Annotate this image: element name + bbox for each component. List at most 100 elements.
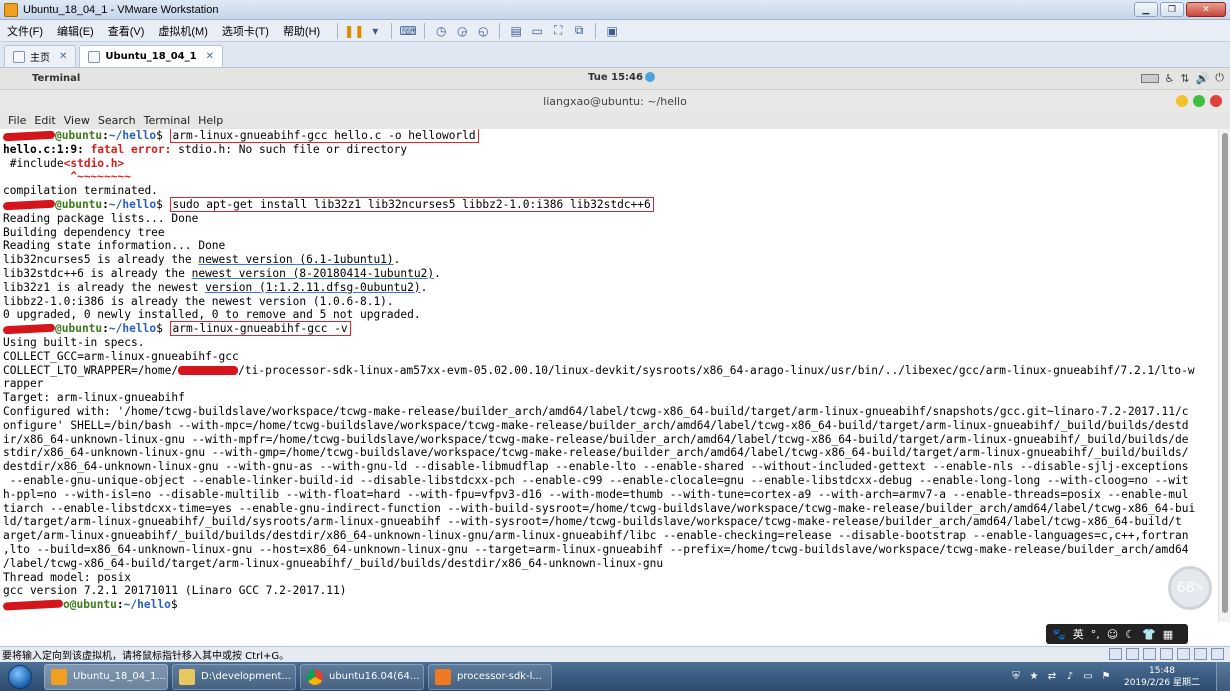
prompt-host: o (63, 598, 70, 612)
monitor-icon[interactable]: ▭ (1082, 671, 1094, 683)
send-keys-icon[interactable]: ⌨ (399, 22, 417, 40)
display-icon[interactable] (1211, 648, 1224, 660)
tab-ubuntu[interactable]: Ubuntu_18_04_1 ✕ (79, 45, 223, 67)
shield-icon[interactable]: ⛨ (1010, 671, 1022, 683)
battery-icon (1140, 73, 1159, 83)
taskbar-item-explorer[interactable]: D:\development... (172, 663, 296, 690)
zoom-indicator[interactable]: 68% (1168, 566, 1212, 610)
toolbar-separator (424, 22, 426, 39)
output-line: #include<stdio.h> (0, 157, 1218, 171)
close-button[interactable]: ✕ (1186, 2, 1226, 17)
ime-toolbar[interactable]: 🐾 英 °, ☺ ☾ 👕 ▦ (1046, 624, 1188, 644)
terminal-title: liangxao@ubuntu: ~/hello (543, 94, 687, 108)
menu-help[interactable]: 帮助(H) (276, 23, 327, 39)
output-line: compilation terminated. (3, 184, 158, 198)
taskbar-label: processor-sdk-l... (457, 671, 542, 682)
moon-icon[interactable]: ☾ (1125, 628, 1135, 641)
revert-snapshot-icon[interactable]: ◶ (453, 22, 471, 40)
menu-tabs[interactable]: 选项卡(T) (215, 23, 276, 39)
start-button[interactable] (0, 662, 40, 691)
system-tray[interactable]: ♿ ⇅ 🔊 ⏻ (1140, 71, 1224, 85)
minimize-button[interactable]: ▁ (1134, 2, 1158, 17)
sound-icon[interactable] (1177, 648, 1190, 660)
taskbar-item-vmware[interactable]: Ubuntu_18_04_1... (44, 663, 168, 690)
volume-icon[interactable]: ♪ (1064, 671, 1076, 683)
output-line: libbz2-1.0:i386 is already the newest ve… (3, 294, 394, 308)
prompt-line: o@ubuntu:~/hello$ (0, 598, 1218, 612)
taskbar-item-pdf[interactable]: processor-sdk-l... (428, 663, 552, 690)
window-title: Ubuntu_18_04_1 - VMware Workstation (23, 3, 219, 16)
punctuation-icon[interactable]: °, (1091, 628, 1100, 641)
prompt-path: ~/hello (123, 598, 171, 612)
fullscreen-icon[interactable]: ⛶ (549, 22, 567, 40)
menu-help[interactable]: Help (194, 114, 227, 127)
prompt-path: ~/hello (108, 129, 157, 142)
cdrom-icon[interactable] (1126, 648, 1139, 660)
clock-text: Tue 15:46 (588, 72, 643, 83)
taskbar-item-chrome[interactable]: ubuntu16.04(64... (300, 663, 424, 690)
output-text: /ti-processor-sdk-linux-am57xx-evm-05.02… (238, 363, 1195, 377)
output-line: Target: arm-linux-gnueabihf (3, 391, 185, 405)
taskbar-clock[interactable]: 15:48 2019/2/26 星期二 (1124, 665, 1200, 689)
zoom-value: 68 (1176, 580, 1195, 596)
thumbnail-icon[interactable]: ▭ (528, 22, 546, 40)
output-line: tiarch --enable-libstdcxx-time=yes --ena… (3, 501, 1196, 515)
show-desktop-button[interactable] (1216, 662, 1230, 691)
panel-clock[interactable]: Tue 15:46 (588, 72, 655, 83)
clock-time: 15:48 (1149, 665, 1175, 676)
vmware-statusbar: 要将输入定向到该虚拟机，请将鼠标指针移入其中或按 Ctrl+G。 (0, 646, 1230, 662)
menu-edit[interactable]: Edit (30, 114, 59, 127)
minimize-button[interactable] (1176, 95, 1188, 107)
output-line: destdir/x86_64-unknown-linux-gnu --with-… (3, 460, 1189, 474)
usb-icon[interactable] (1160, 648, 1173, 660)
network-icon[interactable]: ⇄ (1046, 671, 1058, 683)
scrollbar-thumb[interactable] (1222, 133, 1228, 613)
output-line: ld/target/arm-linux-gnueabihf/_build/sys… (3, 515, 1182, 529)
hdd-icon[interactable] (1109, 648, 1122, 660)
library-icon[interactable]: ▤ (507, 22, 525, 40)
printer-icon[interactable] (1194, 648, 1207, 660)
console-view-icon[interactable]: ▣ (603, 22, 621, 40)
menu-search[interactable]: Search (94, 114, 140, 127)
output-line: ir/x86_64-unknown-linux-gnu --with-mpfr=… (3, 432, 1189, 446)
grid-icon[interactable]: ▦ (1163, 628, 1173, 641)
maximize-button[interactable] (1193, 95, 1205, 107)
menu-view[interactable]: View (60, 114, 94, 127)
paw-icon[interactable]: 🐾 (1052, 628, 1066, 641)
menu-edit[interactable]: 编辑(E) (50, 23, 101, 39)
pause-icon[interactable]: ❚❚ (344, 22, 364, 40)
close-icon[interactable]: ✕ (206, 51, 214, 62)
dropdown-icon[interactable]: ▾ (366, 22, 384, 40)
menu-view[interactable]: 查看(V) (101, 23, 152, 39)
tab-home[interactable]: 主页 ✕ (4, 45, 77, 67)
terminal-scrollbar[interactable] (1218, 129, 1230, 622)
prompt-line: @ubuntu:~/hello$ arm-linux-gnueabihf-gcc… (0, 129, 1218, 143)
flag-icon[interactable]: ⚑ (1100, 671, 1112, 683)
ime-language[interactable]: 英 (1073, 626, 1084, 642)
output-line: COLLECT_GCC=arm-linux-gnueabihf-gcc (3, 349, 239, 363)
shirt-icon[interactable]: 👕 (1142, 628, 1156, 641)
star-icon[interactable]: ★ (1028, 671, 1040, 683)
menu-file[interactable]: 文件(F) (0, 23, 50, 39)
taskbar-label: D:\development... (201, 671, 291, 682)
prompt-host: @ubuntu (69, 598, 117, 612)
unity-icon[interactable]: ⧉ (570, 22, 588, 40)
app-menu-name[interactable]: Terminal (32, 73, 80, 84)
menu-terminal[interactable]: Terminal (140, 114, 195, 127)
output-line: Using built-in specs. (3, 335, 145, 349)
toolbar-separator (499, 22, 501, 39)
pdf-icon (435, 668, 451, 685)
snapshot-icon[interactable]: ◷ (432, 22, 450, 40)
output-text: . (420, 280, 428, 294)
network-adapter-icon[interactable] (1143, 648, 1156, 660)
emoji-icon[interactable]: ☺ (1107, 628, 1118, 641)
menu-file[interactable]: File (4, 114, 30, 127)
menu-vm[interactable]: 虚拟机(M) (151, 23, 215, 39)
output-line: lib32z1 is already the newest version (1… (0, 281, 1218, 295)
maximize-button[interactable]: ❐ (1160, 2, 1184, 17)
close-icon[interactable]: ✕ (59, 51, 67, 62)
terminal-output[interactable]: @ubuntu:~/hello$ arm-linux-gnueabihf-gcc… (0, 129, 1218, 622)
redacted-username (2, 599, 64, 611)
close-button[interactable] (1210, 95, 1222, 107)
snapshot-manager-icon[interactable]: ◵ (474, 22, 492, 40)
